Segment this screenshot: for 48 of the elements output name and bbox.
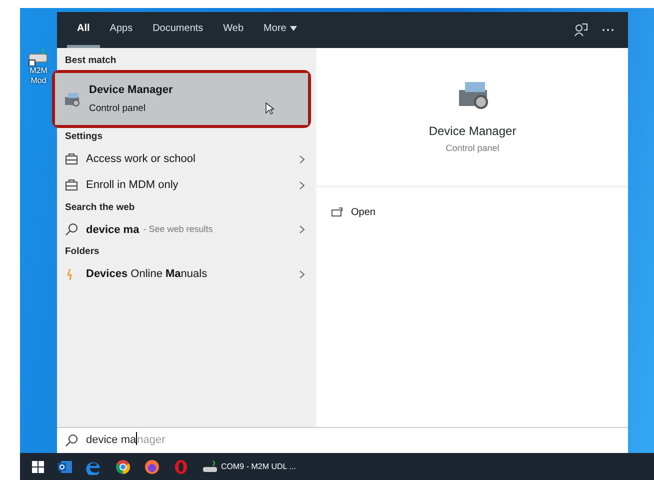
result-hint: - See web results — [143, 223, 213, 236]
action-item[interactable]: Open — [331, 202, 614, 222]
chevron-icon — [299, 155, 305, 164]
chevron-icon — [299, 225, 305, 234]
more-options-icon[interactable] — [602, 28, 614, 32]
result-title: Enroll in MDM only — [86, 178, 178, 194]
search-icon — [65, 434, 78, 447]
tab[interactable]: Web — [213, 12, 254, 48]
browser-fox-icon[interactable] — [144, 458, 160, 474]
mouse-cursor-icon — [265, 102, 274, 115]
feedback-icon[interactable] — [574, 23, 588, 37]
result-item[interactable]: Devices Online Manuals — [57, 261, 315, 287]
result-title: Access work or school — [86, 152, 196, 168]
search-icon — [65, 223, 78, 236]
desktop-icon-label: M2M — [30, 66, 48, 76]
desktop-icon-label: Mod — [30, 76, 46, 86]
search-completion: nager — [137, 433, 166, 448]
result-item[interactable]: Access work or school — [57, 146, 315, 172]
result-item[interactable]: Device Manager Control panel — [55, 73, 308, 126]
browser-circle-icon[interactable] — [115, 458, 131, 474]
mail-app-icon[interactable] — [57, 458, 73, 474]
briefcase-icon — [65, 153, 78, 166]
chevron-icon — [299, 270, 305, 278]
result-title: Device Manager — [89, 82, 173, 98]
device-icon — [202, 458, 218, 474]
section-heading: Search the web — [64, 200, 136, 214]
preview-subtitle: Control panel — [446, 142, 500, 155]
result-subtitle: Control panel — [89, 102, 147, 116]
search-value: device ma — [86, 433, 136, 448]
result-title: device ma — [86, 222, 140, 238]
chevron-icon — [299, 181, 305, 190]
tab[interactable]: Apps — [100, 12, 143, 48]
windows-start-icon[interactable] — [32, 460, 44, 472]
result-title: Devices Online Manuals — [86, 266, 208, 282]
section-heading: Settings — [64, 130, 104, 144]
briefcase-icon — [65, 179, 78, 192]
device-manager-icon — [63, 91, 81, 108]
browser-o-icon[interactable] — [173, 458, 189, 474]
open-icon — [331, 207, 343, 217]
section-heading: Folders — [64, 244, 100, 259]
device-icon — [28, 48, 50, 66]
result-item[interactable]: Enroll in MDM only — [57, 172, 315, 198]
preview-title: Device Manager — [428, 122, 516, 140]
taskbar-button[interactable]: COM9 - M2M UDL ... — [202, 458, 296, 474]
tab[interactable]: More — [254, 12, 308, 48]
section-heading: Best match — [64, 54, 118, 68]
tab[interactable]: Documents — [142, 12, 214, 48]
result-item[interactable]: device ma - See web results — [57, 216, 315, 243]
